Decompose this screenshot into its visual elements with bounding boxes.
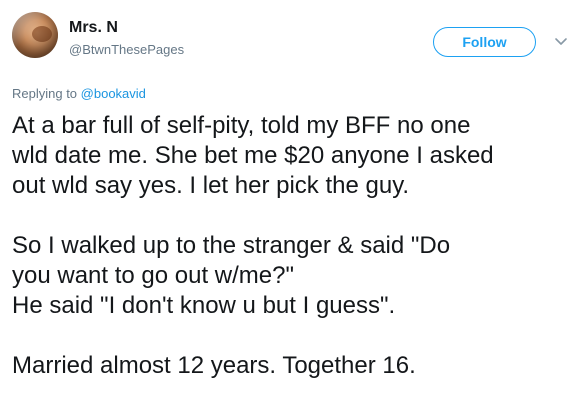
- avatar-shade: [12, 12, 58, 58]
- author-name[interactable]: Mrs. N: [69, 19, 118, 37]
- tweet-line: you want to go out w/me?": [12, 262, 295, 289]
- tweet-line: He said "I don't know u but I guess".: [12, 292, 396, 319]
- replying-to: Replying to @bookavid: [12, 86, 146, 102]
- tweet-line: Married almost 12 years. Together 16.: [12, 352, 416, 379]
- tweet-line: out wld say yes. I let her pick the guy.: [12, 172, 410, 199]
- tweet-text: At a bar full of self-pity, told my BFF …: [12, 111, 578, 381]
- tweet-line: So I walked up to the stranger & said "D…: [12, 232, 451, 259]
- tweet-line: At a bar full of self-pity, told my BFF …: [12, 112, 471, 139]
- tweet-line: wld date me. She bet me $20 anyone I ask…: [12, 142, 494, 169]
- reply-mention-link[interactable]: @bookavid: [81, 86, 146, 101]
- replying-to-label: Replying to: [12, 86, 78, 101]
- avatar[interactable]: [12, 12, 58, 58]
- chevron-down-icon[interactable]: [552, 32, 570, 50]
- follow-button[interactable]: Follow: [433, 27, 536, 57]
- tweet-card: Mrs. N @BtwnThesePages Follow Replying t…: [0, 0, 584, 409]
- author-handle[interactable]: @BtwnThesePages: [69, 42, 184, 58]
